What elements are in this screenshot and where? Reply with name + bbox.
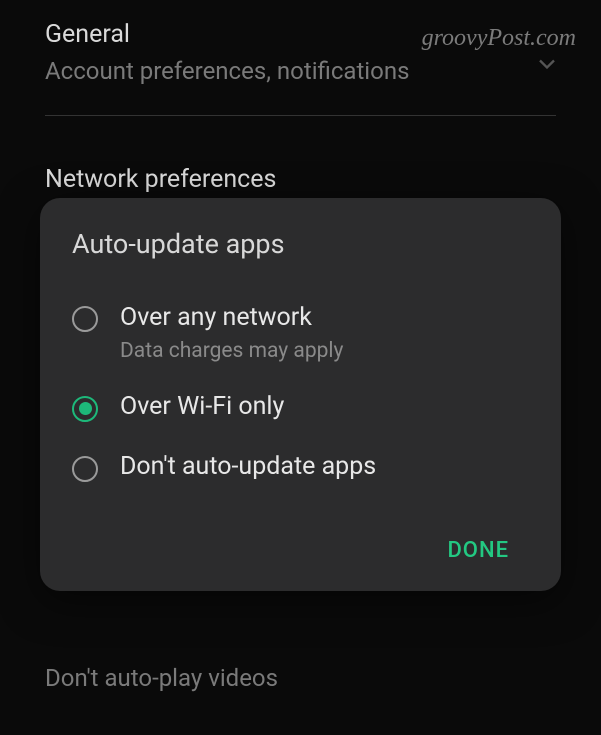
- radio-icon-selected: [72, 396, 98, 422]
- watermark-text: groovyPost.com: [422, 25, 576, 52]
- radio-content: Over any network Data charges may apply: [120, 302, 529, 363]
- done-button[interactable]: DONE: [433, 528, 523, 573]
- auto-update-dialog: Auto-update apps Over any network Data c…: [40, 198, 561, 591]
- dialog-title: Auto-update apps: [68, 228, 533, 260]
- dialog-actions: DONE: [68, 528, 533, 573]
- dialog-overlay: Auto-update apps Over any network Data c…: [0, 0, 601, 735]
- radio-label: Over any network: [120, 302, 529, 335]
- settings-screen: groovyPost.com General Account preferenc…: [0, 0, 601, 735]
- radio-option-dont-update[interactable]: Don't auto-update apps: [68, 437, 533, 498]
- radio-option-wifi-only[interactable]: Over Wi-Fi only: [68, 377, 533, 438]
- radio-content: Over Wi-Fi only: [120, 391, 529, 424]
- radio-icon: [72, 456, 98, 482]
- radio-label: Don't auto-update apps: [120, 451, 529, 484]
- radio-option-any-network[interactable]: Over any network Data charges may apply: [68, 288, 533, 377]
- radio-label: Over Wi-Fi only: [120, 391, 529, 424]
- radio-content: Don't auto-update apps: [120, 451, 529, 484]
- radio-icon: [72, 306, 98, 332]
- radio-sublabel: Data charges may apply: [120, 339, 529, 363]
